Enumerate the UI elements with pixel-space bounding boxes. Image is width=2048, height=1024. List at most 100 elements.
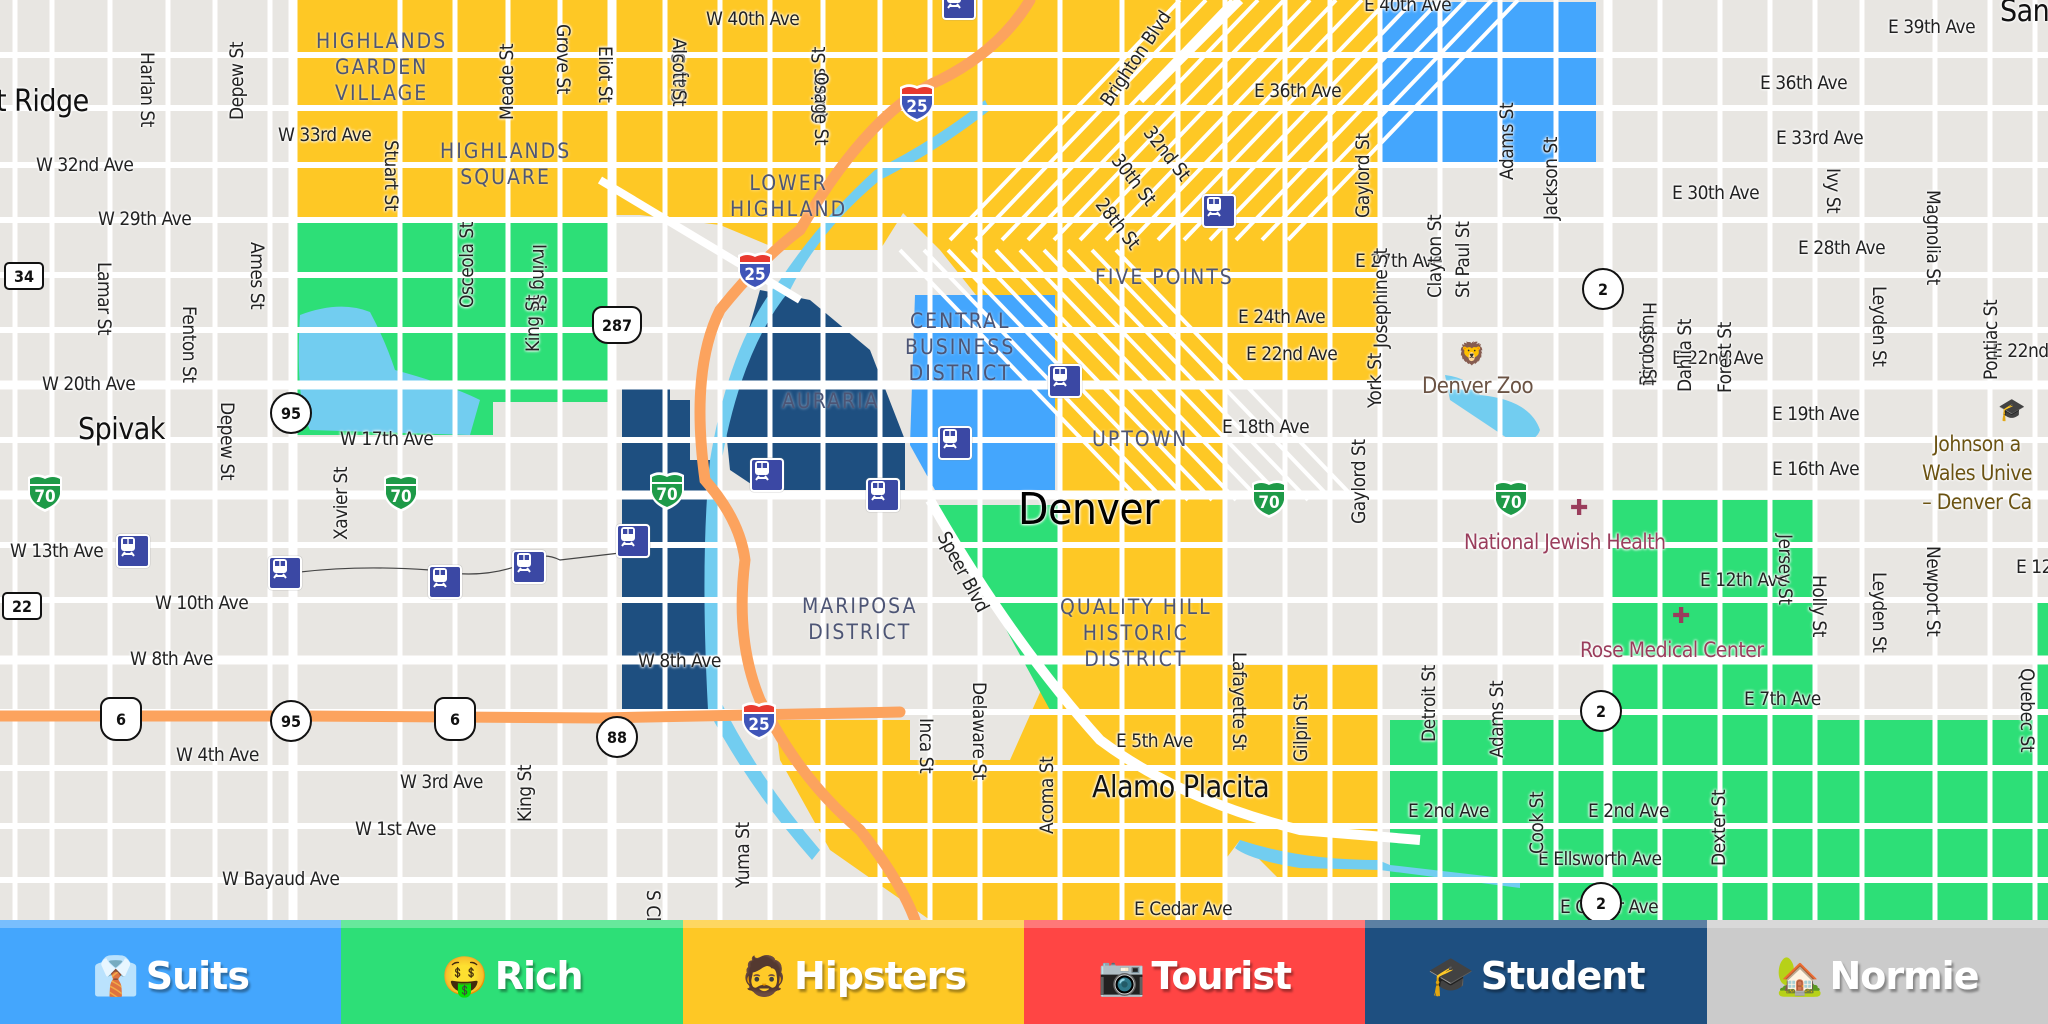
neighborhood-label-cbd: CENTRAL BUSINESS DISTRICT — [905, 309, 1016, 385]
street-label-depew1: Depew St — [226, 41, 248, 120]
university-cap-icon[interactable]: 🎓 — [1998, 400, 2025, 422]
street-label-e33: E 33rd Ave — [1776, 127, 1864, 149]
route-shield-sr2b: 2 — [1580, 690, 1622, 732]
street-label-e2a: E 2nd Ave — [1408, 800, 1489, 822]
rich-emoji-icon: 🤑 — [441, 953, 489, 998]
street-label-leyden2: Leyden St — [1868, 572, 1890, 653]
hospital-cross-icon[interactable]: ✚ — [1570, 498, 1588, 520]
street-label-w1: W 1st Ave — [355, 818, 436, 840]
route-shield-us6a: 6 — [100, 697, 142, 741]
category-legend: 👔 Suits 🤑 Rich 🧔 Hipsters 📷 Tourist 🎓 Student 🏡 Nor… — [0, 920, 2048, 1024]
hospital-cross-icon[interactable]: ✚ — [1672, 606, 1690, 628]
street-label-cook: Cook St — [1526, 791, 1548, 854]
street-label-ivy: Ivy St — [1822, 168, 1844, 214]
route-shield-sr95a: 95 — [270, 392, 312, 434]
street-label-w10: W 10th Ave — [155, 592, 249, 614]
street-label-ames: Ames St — [246, 242, 268, 310]
neighborhood-map[interactable]: t Ridge Spivak Denver Alamo Placita San HIGHL… — [0, 0, 2048, 920]
street-label-stuart: Stuart St — [380, 140, 402, 212]
street-label-w3: W 3rd Ave — [400, 771, 483, 793]
light-rail-station-icon[interactable] — [268, 556, 302, 590]
light-rail-station-icon[interactable] — [512, 550, 546, 584]
street-label-ellsworth: E Ellsworth Ave — [1538, 848, 1662, 870]
street-label-king1: King St — [522, 294, 544, 352]
street-label-pontiac: Pontiac St — [1980, 299, 2002, 380]
street-label-acoma: Acoma St — [1036, 756, 1058, 834]
street-label-quebec: Quebec St — [2016, 668, 2038, 753]
neighborhood-label-highlands-garden-village: HIGHLANDS GARDEN VILLAGE — [316, 29, 448, 105]
light-rail-station-icon[interactable] — [428, 565, 462, 599]
route-shield-i70e: 70 — [1492, 478, 1530, 518]
light-rail-station-icon[interactable] — [616, 524, 650, 558]
street-label-grove: Grove St — [552, 24, 574, 94]
legend-button-student[interactable]: 🎓 Student — [1365, 920, 1707, 1024]
neighborhood-label-uptown: UPTOWN — [1092, 427, 1189, 451]
light-rail-station-icon[interactable] — [942, 0, 976, 20]
legend-label: Suits — [145, 954, 250, 998]
poi-label-rose-medical-center: Rose Medical Center — [1580, 638, 1764, 662]
neighborhood-label-auraria: AURARIA — [782, 389, 880, 413]
street-label-adams1: Adams St — [1496, 102, 1518, 180]
poi-label-denver-zoo: Denver Zoo — [1422, 374, 1534, 399]
street-label-e12b: E 12t — [2016, 556, 2048, 578]
street-label-depew2: Depew St — [216, 402, 238, 481]
legend-label: Normie — [1829, 954, 1979, 998]
route-shield-i70a: 70 — [26, 472, 64, 512]
street-label-e36b: E 36th Ave — [1760, 72, 1848, 94]
route-shield-us287: 287 — [592, 306, 642, 344]
street-label-e39: E 39th Ave — [1888, 16, 1976, 38]
legend-button-suits[interactable]: 👔 Suits — [0, 920, 342, 1024]
suits-emoji-icon: 👔 — [92, 953, 140, 998]
neighborhood-label-highlands-square: HIGHLANDS SQUARE — [440, 139, 572, 189]
neighborhood-label-mariposa: MARIPOSA DISTRICT — [802, 594, 918, 644]
legend-button-normie[interactable]: 🏡 Normie — [1706, 920, 2048, 1024]
street-label-gaylord1: Gaylord St — [1352, 133, 1374, 218]
legend-button-tourist[interactable]: 📷 Tourist — [1023, 920, 1366, 1024]
street-label-osceola: Osceola St — [456, 222, 478, 308]
city-label-wheat-ridge: t Ridge — [0, 84, 89, 119]
hipsters-emoji-icon: 🧔 — [740, 953, 788, 998]
city-label-spivak: Spivak — [78, 412, 165, 447]
street-label-osage: Osage St — [810, 72, 832, 146]
legend-button-rich[interactable]: 🤑 Rich — [341, 920, 683, 1024]
street-label-eliot: Eliot St — [594, 46, 616, 103]
light-rail-station-icon[interactable] — [116, 534, 150, 568]
light-rail-station-icon[interactable] — [1048, 364, 1082, 398]
street-label-dexter: Dexter St — [1708, 789, 1730, 866]
route-shield-i25c: 25 — [740, 700, 778, 740]
street-label-gilpin: Gilpin St — [1290, 694, 1312, 762]
route-shield-sr95b: 95 — [270, 700, 312, 742]
street-label-gaylord2: Gaylord St — [1348, 439, 1370, 524]
street-label-lafayette: Lafayette St — [1228, 652, 1250, 751]
normie-emoji-icon: 🏡 — [1776, 953, 1824, 998]
route-shield-i70d: 70 — [1250, 478, 1288, 518]
tourist-emoji-icon: 📷 — [1098, 953, 1146, 998]
city-label-denver: Denver — [1018, 484, 1160, 535]
route-shield-sr22: 22 — [2, 592, 42, 620]
legend-button-hipsters[interactable]: 🧔 Hipsters — [682, 920, 1024, 1024]
light-rail-station-icon[interactable] — [1202, 194, 1236, 228]
city-label-alamo-placita: Alamo Placita — [1092, 770, 1270, 805]
street-label-king2: King St — [514, 764, 536, 822]
light-rail-station-icon[interactable] — [750, 458, 784, 492]
street-label-holly: Holly St — [1808, 575, 1830, 637]
student-emoji-icon: 🎓 — [1427, 953, 1475, 998]
street-label-yuma: Yuma St — [732, 822, 754, 888]
street-label-adams2: Adams St — [1486, 680, 1508, 758]
route-shield-sr34: 34 — [4, 262, 44, 290]
light-rail-station-icon[interactable] — [938, 426, 972, 460]
zoo-lion-icon[interactable]: 🦁 — [1458, 344, 1485, 366]
route-shield-i25b: 25 — [736, 250, 774, 290]
street-label-w4: W 4th Ave — [176, 744, 259, 766]
route-shield-i25a: 25 — [898, 82, 936, 122]
neighborhood-label-five-points: FIVE POINTS — [1095, 265, 1234, 289]
light-rail-station-icon[interactable] — [866, 478, 900, 512]
street-label-w8a: W 8th Ave — [130, 648, 213, 670]
street-label-inca: Inca St — [915, 718, 937, 774]
legend-label: Rich — [494, 954, 584, 998]
street-label-e19: E 19th Ave — [1772, 403, 1860, 425]
street-label-e5: E 5th Ave — [1116, 730, 1193, 752]
legend-label: Tourist — [1151, 954, 1293, 998]
neighborhood-label-lower-highland: LOWER HIGHLAND — [730, 171, 848, 221]
street-label-w32: W 32nd Ave — [36, 154, 134, 176]
